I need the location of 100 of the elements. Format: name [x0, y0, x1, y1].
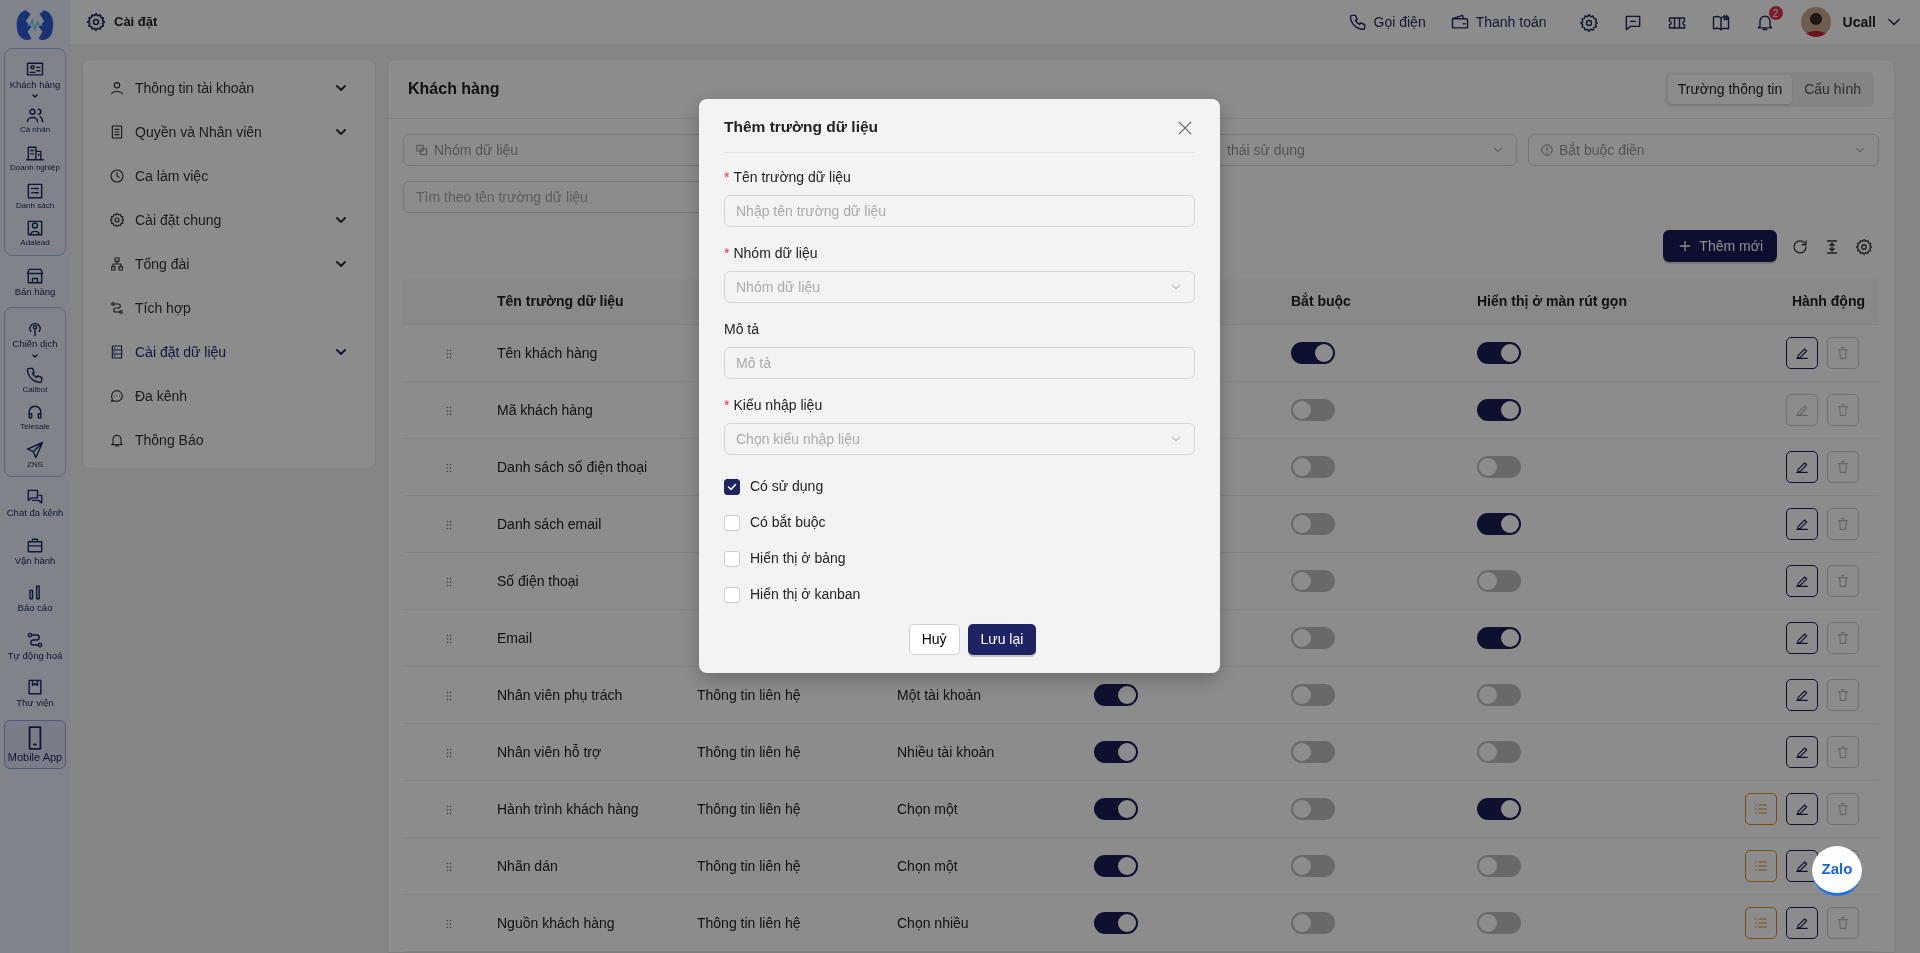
bell-icon [109, 432, 125, 448]
list-icon [1753, 915, 1769, 931]
save-button[interactable]: Lưu lại [967, 624, 1037, 656]
user-icon [109, 80, 125, 96]
nav-link[interactable]: Thư viện [16, 670, 54, 715]
options-button[interactable] [1745, 793, 1777, 825]
menu-item[interactable]: Tổng đài [83, 242, 375, 286]
layers-icon [415, 143, 429, 157]
nav-link[interactable]: Vận hành [14, 528, 56, 573]
toggle-switch[interactable] [1477, 798, 1521, 821]
toggle-switch[interactable] [1291, 684, 1335, 707]
delete-button[interactable] [1827, 736, 1859, 768]
toggle-switch[interactable] [1477, 570, 1521, 593]
table-cell-text: Nhân viên hỗ trợ [496, 742, 603, 762]
toggle-switch[interactable] [1094, 684, 1138, 707]
id-card-icon [25, 59, 45, 79]
cancel-button[interactable]: Huỷ [908, 624, 960, 656]
delete-button[interactable] [1827, 451, 1859, 483]
options-button[interactable] [1745, 850, 1777, 882]
table-cell-text: Thông tin liên hệ [696, 685, 802, 705]
toggle-switch[interactable] [1291, 399, 1335, 422]
toggle-switch[interactable] [1477, 684, 1521, 707]
clock-icon [109, 168, 125, 184]
options-button[interactable] [1745, 907, 1777, 939]
delete-button[interactable] [1827, 622, 1859, 654]
toggle-switch[interactable] [1291, 741, 1335, 764]
nav-link[interactable]: Báo cáo [17, 576, 53, 620]
nav-link[interactable]: Cá nhân [19, 102, 51, 138]
list-icon [1753, 858, 1769, 874]
nav-link[interactable]: Chat đa kênh [6, 481, 64, 525]
toggle-switch[interactable] [1291, 627, 1335, 650]
menu-item[interactable]: Cài đặt chung [83, 198, 375, 242]
toggle-switch[interactable] [1477, 912, 1521, 935]
delete-button[interactable] [1827, 679, 1859, 711]
top-link[interactable]: Thanh toán [1449, 11, 1547, 33]
tab[interactable]: Cấu hình [1794, 74, 1871, 104]
select-field[interactable]: Bắt buộc điền [1528, 134, 1879, 166]
trash-icon [1835, 459, 1851, 475]
select-field[interactable]: Nhóm dữ liệu [724, 271, 1195, 304]
toggle-switch[interactable] [1291, 513, 1335, 536]
nav-link[interactable]: Danh sách [15, 177, 55, 214]
toggle-switch[interactable] [1291, 912, 1335, 935]
menu-item[interactable]: Quyền và Nhân viên [83, 110, 375, 154]
nav-link[interactable]: Adalead [20, 215, 50, 251]
tab[interactable]: Trường thông tin [1667, 74, 1793, 104]
toggle-switch[interactable] [1477, 456, 1521, 479]
delete-button[interactable] [1827, 337, 1859, 369]
menu-item[interactable]: Đa kênh [83, 374, 375, 418]
toggle-switch[interactable] [1094, 741, 1138, 764]
phone-icon [1347, 12, 1368, 32]
toggle-switch[interactable] [1291, 342, 1335, 365]
toggle-switch[interactable] [1477, 513, 1521, 536]
toggle-switch[interactable] [1477, 399, 1521, 422]
toggle-switch[interactable] [1477, 741, 1521, 764]
nav-link[interactable]: Chiến dịch [12, 312, 58, 350]
delete-button[interactable] [1827, 508, 1859, 540]
nav-link[interactable]: Khách hàng [9, 53, 61, 91]
menu-item[interactable]: Tích hợp [83, 286, 375, 330]
top-link[interactable]: Gọi điện [1347, 11, 1426, 33]
delete-button[interactable] [1827, 394, 1859, 426]
menu-item[interactable]: Ca làm việc [83, 154, 375, 198]
delete-button[interactable] [1827, 565, 1859, 597]
nav-link[interactable]: Tự động hoá [7, 623, 63, 667]
field-label: * Kiểu nhập liệu [724, 396, 824, 416]
table-cell-text: Thông tin liên hệ [696, 913, 802, 933]
toggle-switch[interactable] [1094, 798, 1138, 821]
toggle-switch[interactable] [1477, 855, 1521, 878]
text-field[interactable]: Nhập tên trường dữ liệu [724, 195, 1195, 228]
nav-link[interactable]: Callbot [22, 361, 48, 398]
nav-link[interactable]: Telesale [20, 399, 50, 435]
building-icon [25, 143, 45, 163]
menu-item[interactable]: Cài đặt dữ liệu [83, 330, 375, 374]
info-icon [1540, 143, 1554, 157]
checkbox-label: Có bắt buộc [750, 513, 826, 533]
toggle-switch[interactable] [1094, 855, 1138, 878]
menu-item[interactable]: Thông tin tài khoản [83, 66, 375, 110]
add-button[interactable]: Thêm mới [1663, 230, 1777, 262]
nav-link[interactable]: Bán hàng [14, 259, 56, 304]
avatar[interactable] [1800, 7, 1831, 37]
toggle-switch[interactable] [1291, 798, 1335, 821]
toggle-switch[interactable] [1291, 456, 1335, 479]
column-header: Hiển thị ở màn rút gọn [1476, 292, 1628, 311]
toggle-switch[interactable] [1477, 342, 1521, 365]
table-cell-text: Tên khách hàng [496, 343, 599, 363]
toggle-switch[interactable] [1291, 855, 1335, 878]
select-field[interactable]: Chọn kiểu nhập liệu [724, 423, 1195, 456]
toggle-switch[interactable] [1094, 912, 1138, 935]
toggle-switch[interactable] [1477, 627, 1521, 650]
nav-link[interactable]: Doanh nghiệp [10, 140, 60, 176]
trash-icon [1835, 687, 1851, 703]
menu-item[interactable]: Thông Báo [83, 418, 375, 462]
delete-button[interactable] [1827, 793, 1859, 825]
trash-icon [1835, 345, 1851, 361]
toggle-switch[interactable] [1291, 570, 1335, 593]
pencil-icon [1794, 402, 1810, 418]
nav-link[interactable]: ZNS [25, 436, 45, 473]
delete-button[interactable] [1827, 907, 1859, 939]
checkbox[interactable] [724, 478, 740, 495]
flow-icon [109, 300, 125, 316]
text-field[interactable]: Mô tả [724, 347, 1195, 380]
